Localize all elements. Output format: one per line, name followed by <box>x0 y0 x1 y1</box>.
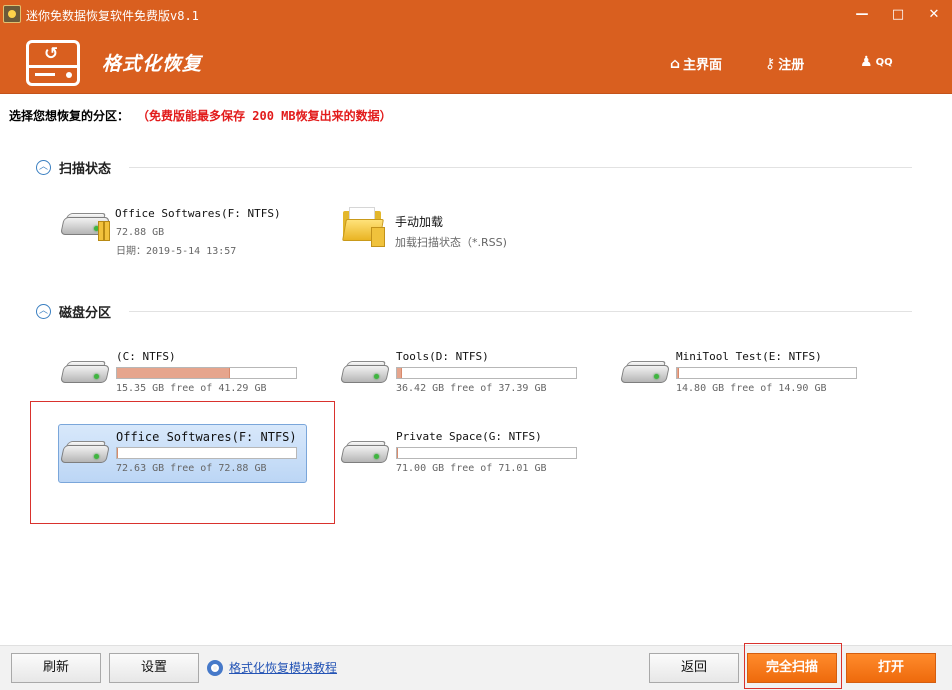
collapse-chevron-up-icon[interactable]: ︿ <box>36 304 51 319</box>
usage-fill <box>397 448 399 458</box>
partition-name: Office Softwares(F: NTFS) <box>116 430 297 444</box>
usage-bar <box>396 367 577 379</box>
partition-space-info: 36.42 GB free of 37.39 GB <box>396 383 547 394</box>
zip-badge-icon <box>98 221 110 241</box>
partition-name: Private Space(G: NTFS) <box>396 430 542 443</box>
usage-fill <box>117 448 119 458</box>
partition-d[interactable]: Tools(D: NTFS) 36.42 GB free of 37.39 GB <box>340 348 592 398</box>
partition-space-info: 71.00 GB free of 71.01 GB <box>396 463 547 474</box>
scan-state-item[interactable]: Office Softwares(F: NTFS) 72.88 GB 日期：20… <box>60 205 322 257</box>
usage-bar <box>676 367 857 379</box>
hard-drive-icon <box>60 361 110 385</box>
partition-space-info: 14.80 GB free of 14.90 GB <box>676 383 827 394</box>
free-version-warning: （免费版能最多保存 200 MB恢复出来的数据） <box>143 109 392 123</box>
hard-drive-icon <box>340 361 390 385</box>
app-window: 迷你免数据恢复软件免费版v8.1 — □ ✕ ↺ 格式化恢复 ⌂ 主界面 ⚷ 注… <box>0 0 952 690</box>
window-title: 迷你免数据恢复软件免费版v8.1 <box>26 9 199 23</box>
nav-qq-label: QQ <box>875 56 893 68</box>
settings-button[interactable]: 设置 <box>109 653 199 683</box>
open-button[interactable]: 打开 <box>846 653 936 683</box>
scan-state-date: 日期：2019-5-14 13:57 <box>116 246 237 257</box>
usage-fill <box>117 368 230 378</box>
disk-restore-icon: ↺ <box>26 40 80 86</box>
minimize-button[interactable]: — <box>853 6 871 24</box>
section-disk-partitions-title: 磁盘分区 <box>59 306 112 321</box>
usage-bar <box>116 367 297 379</box>
nav-home[interactable]: ⌂ 主界面 <box>670 54 723 74</box>
tutorial-link-group[interactable]: 格式化恢复模块教程 <box>207 659 337 676</box>
mode-title: 格式化恢复 <box>102 53 203 75</box>
hard-drive-icon <box>620 361 670 385</box>
app-icon <box>3 5 21 23</box>
usage-fill <box>397 368 403 378</box>
usage-bar <box>116 447 297 459</box>
manual-load-subtitle: 加载扫描状态（*.RSS) <box>395 236 507 249</box>
usage-fill <box>677 368 679 378</box>
section-divider <box>129 167 912 168</box>
partition-space-info: 72.63 GB free of 72.88 GB <box>116 463 267 474</box>
section-scan-state-title: 扫描状态 <box>59 162 112 177</box>
header-band: ↺ 格式化恢复 ⌂ 主界面 ⚷ 注册 ♟ QQ <box>0 30 952 94</box>
partition-f-selected[interactable]: Office Softwares(F: NTFS) 72.63 GB free … <box>60 428 306 478</box>
partition-notice: 选择您想恢复的分区： （免费版能最多保存 200 MB恢复出来的数据） <box>9 107 392 124</box>
key-icon: ⚷ <box>765 55 776 72</box>
nav-register-label: 注册 <box>778 58 805 73</box>
partition-name: Tools(D: NTFS) <box>396 350 489 363</box>
manual-load-title: 手动加载 <box>395 215 444 229</box>
hard-drive-icon <box>340 441 390 465</box>
maximize-button[interactable]: □ <box>889 6 907 24</box>
partition-e[interactable]: MiniTool Test(E: NTFS) 14.80 GB free of … <box>620 348 872 398</box>
annotation-highlight-box <box>744 643 842 689</box>
partition-g[interactable]: Private Space(G: NTFS) 71.00 GB free of … <box>340 428 592 478</box>
partition-name: MiniTool Test(E: NTFS) <box>676 350 822 363</box>
home-icon: ⌂ <box>670 55 681 72</box>
scan-state-name: Office Softwares(F: NTFS) <box>115 207 281 220</box>
folder-icon <box>342 207 387 247</box>
partition-name: (C: NTFS) <box>116 350 176 363</box>
section-scan-state: ︿ 扫描状态 <box>36 158 912 177</box>
section-disk-partitions: ︿ 磁盘分区 <box>36 302 912 321</box>
title-bar[interactable]: 迷你免数据恢复软件免费版v8.1 — □ ✕ <box>0 0 952 30</box>
collapse-chevron-up-icon[interactable]: ︿ <box>36 160 51 175</box>
nav-qq[interactable]: ♟ QQ <box>860 54 893 70</box>
section-divider <box>129 311 912 312</box>
lifebuoy-icon <box>207 659 223 676</box>
scan-state-size: 72.88 GB <box>116 227 165 238</box>
hard-drive-icon <box>60 441 110 465</box>
nav-register[interactable]: ⚷ 注册 <box>765 54 805 74</box>
tutorial-link[interactable]: 格式化恢复模块教程 <box>229 659 337 676</box>
partition-space-info: 15.35 GB free of 41.29 GB <box>116 383 267 394</box>
qq-icon: ♟ <box>860 54 873 70</box>
nav-home-label: 主界面 <box>683 58 723 73</box>
refresh-button[interactable]: 刷新 <box>11 653 101 683</box>
select-partition-label: 选择您想恢复的分区： <box>9 109 130 123</box>
back-button[interactable]: 返回 <box>649 653 739 683</box>
partition-c[interactable]: (C: NTFS) 15.35 GB free of 41.29 GB <box>60 348 312 398</box>
close-button[interactable]: ✕ <box>925 6 943 24</box>
usage-bar <box>396 447 577 459</box>
